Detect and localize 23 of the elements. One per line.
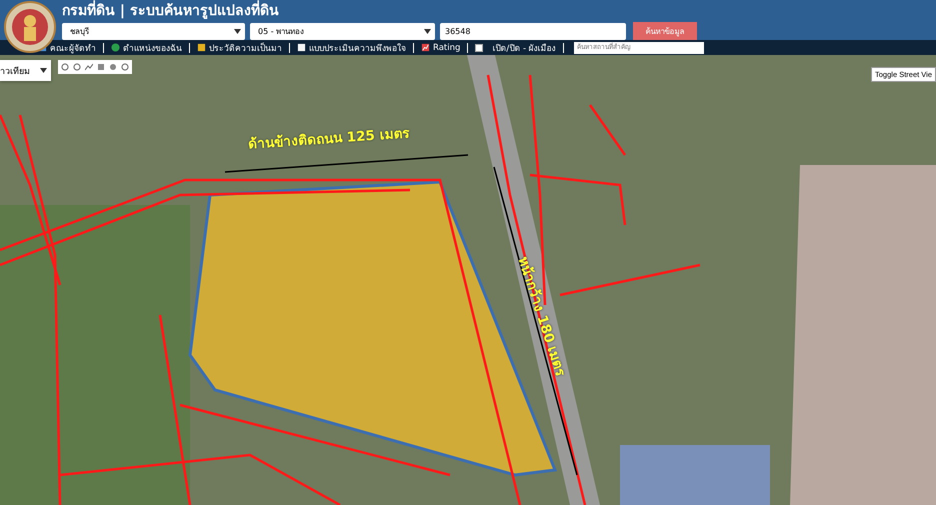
province-select[interactable]: ชลบุรี <box>62 23 245 40</box>
nav-link[interactable]: คณะผู้จัดทำ <box>38 40 96 54</box>
map-type-select[interactable]: าวเทียม <box>0 60 51 81</box>
document-icon <box>297 43 306 52</box>
parcel-number-field[interactable]: 36548 <box>440 23 626 40</box>
page-title: กรมที่ดิน | ระบบค้นหารูปแปลงที่ดิน <box>62 0 697 20</box>
measurement-label: ด้านข้างติดถนน 125 เมตร <box>247 124 410 155</box>
nav-link[interactable]: ประวัติความเป็นมา <box>197 40 282 54</box>
zoning-toggle[interactable]: เปิด/ปิด - ผังเมือง <box>475 40 556 54</box>
chart-icon <box>421 43 430 52</box>
nav-link[interactable]: แบบประเมินความพึงพอใจ <box>297 40 406 54</box>
caret-icon <box>40 68 47 73</box>
circle-icon[interactable] <box>109 63 117 71</box>
caret-icon <box>234 29 241 34</box>
nav-link[interactable]: ตำแหน่งของฉัน <box>111 40 182 54</box>
checkbox[interactable] <box>475 44 484 52</box>
line-icon[interactable] <box>85 63 93 71</box>
caret-icon <box>424 29 431 34</box>
nav-link[interactable]: Rating <box>421 42 460 52</box>
globe-icon <box>111 43 120 52</box>
sprout-icon <box>197 43 206 52</box>
square-icon[interactable] <box>97 63 105 71</box>
district-select[interactable]: 05 - พานทอง <box>250 23 435 40</box>
